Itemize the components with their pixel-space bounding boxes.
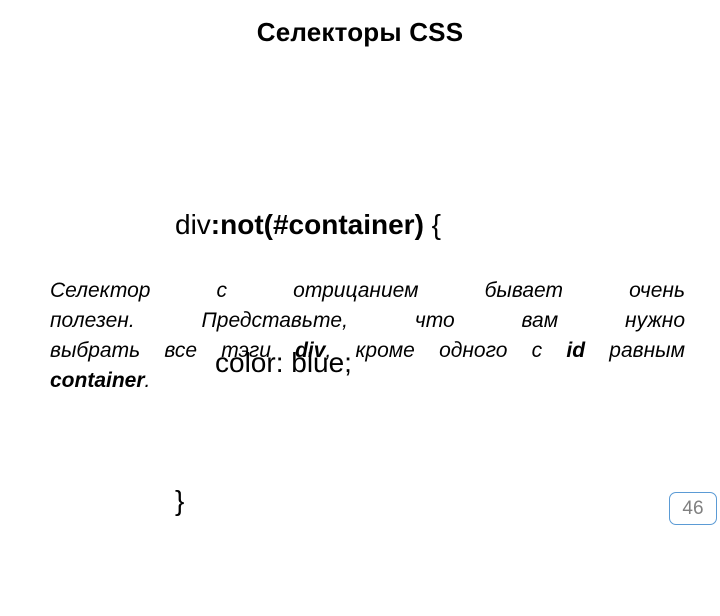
- description-paragraph: Селектор с отрицанием бывает очень полез…: [50, 276, 685, 396]
- page-number: 46: [682, 498, 704, 519]
- code-token-pseudo-class: :not(#container): [210, 209, 424, 240]
- paragraph-line-1: Селектор с отрицанием бывает очень: [50, 279, 685, 302]
- page-title: Селекторы CSS: [256, 17, 464, 47]
- page-number-badge: 46: [669, 492, 717, 525]
- paragraph-line-2: полезен. Представьте, что вам нужно: [50, 309, 685, 332]
- code-line-close-brace: }: [175, 478, 655, 524]
- paragraph-text-segment: , кроме одного с: [325, 339, 567, 362]
- code-line-selector: div:not(#container) {: [175, 202, 655, 248]
- paragraph-line-4: container.: [50, 366, 685, 396]
- keyword-div: div: [295, 339, 326, 362]
- keyword-container: container: [50, 369, 145, 392]
- paragraph-text-segment: выбрать все тэги: [50, 339, 296, 362]
- code-token-open-brace: {: [423, 209, 442, 240]
- paragraph-line-3: выбрать все тэги div, кроме одного с id …: [50, 336, 685, 366]
- slide: Селекторы CSS div:not(#container) { colo…: [0, 0, 720, 540]
- keyword-id: id: [566, 339, 586, 362]
- paragraph-text-segment: .: [144, 369, 151, 392]
- code-token-close-brace: }: [175, 485, 185, 516]
- code-token-tag: div: [175, 209, 211, 240]
- paragraph-text-segment: равным: [585, 339, 685, 362]
